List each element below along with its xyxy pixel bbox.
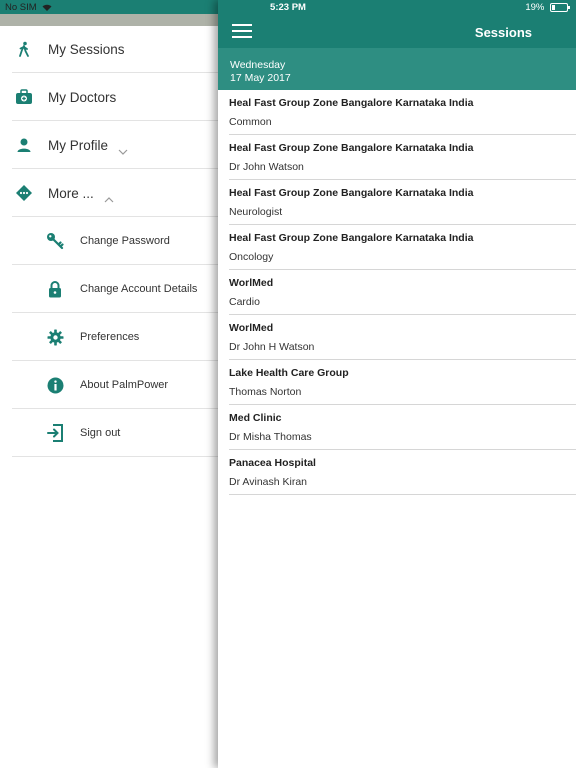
menu-item-more[interactable]: More ... <box>12 170 218 217</box>
status-bar: No SIM 5:23 PM 19% <box>0 0 576 16</box>
page-title: Sessions <box>474 25 532 40</box>
chevron-down-icon <box>118 142 128 155</box>
menu-item-label: Change Password <box>80 235 170 247</box>
sessions-panel: Sessions Wednesday 17 May 2017 Heal Fast… <box>218 0 576 768</box>
lock-icon <box>46 280 64 298</box>
session-row[interactable]: WorlMed Cardio <box>229 270 576 315</box>
battery-icon <box>550 2 570 12</box>
session-detail: Dr Misha Thomas <box>229 431 312 443</box>
date-weekday: Wednesday <box>230 59 286 71</box>
session-row[interactable]: WorlMed Dr John H Watson <box>229 315 576 360</box>
sign-out-icon <box>46 424 64 442</box>
session-detail: Common <box>229 116 272 128</box>
menu-item-label: My Sessions <box>48 41 125 57</box>
medical-bag-icon <box>15 88 33 106</box>
date-header: Wednesday 17 May 2017 <box>218 48 576 90</box>
session-detail: Neurologist <box>229 206 283 218</box>
session-detail: Thomas Norton <box>229 386 302 398</box>
session-name: Heal Fast Group Zone Bangalore Karnataka… <box>229 187 474 199</box>
session-row[interactable]: Lake Health Care Group Thomas Norton <box>229 360 576 405</box>
session-row[interactable]: Heal Fast Group Zone Bangalore Karnataka… <box>229 90 576 135</box>
gear-icon <box>46 328 64 346</box>
session-name: Heal Fast Group Zone Bangalore Karnataka… <box>229 97 474 109</box>
menu-item-my-profile[interactable]: My Profile <box>12 122 218 169</box>
session-detail: Dr Avinash Kiran <box>229 476 308 488</box>
menu-item-sign-out[interactable]: Sign out <box>12 410 218 457</box>
menu-item-label: Sign out <box>80 427 121 439</box>
menu-item-label: Change Account Details <box>80 283 198 295</box>
menu-item-label: My Doctors <box>48 89 117 105</box>
session-detail: Cardio <box>229 296 260 308</box>
session-detail: Dr John Watson <box>229 161 304 173</box>
menu-item-preferences[interactable]: Preferences <box>12 314 218 361</box>
menu-item-my-sessions[interactable]: My Sessions <box>12 26 218 73</box>
info-icon <box>46 376 64 394</box>
battery-percent: 19% <box>525 2 545 13</box>
session-row[interactable]: Panacea Hospital Dr Avinash Kiran <box>229 450 576 495</box>
chevron-up-icon <box>104 190 114 203</box>
session-name: Panacea Hospital <box>229 457 316 469</box>
menu-item-label: About PalmPower <box>80 379 169 391</box>
side-drawer: My Sessions My Doctors My Profile More .… <box>0 0 218 768</box>
menu-item-label: My Profile <box>48 137 109 153</box>
menu-item-my-doctors[interactable]: My Doctors <box>12 74 218 121</box>
battery-status: 19% <box>525 2 570 13</box>
date-value: 17 May 2017 <box>230 72 291 84</box>
menu-item-label: Preferences <box>80 331 140 343</box>
session-name: Lake Health Care Group <box>229 367 349 379</box>
session-detail: Dr John H Watson <box>229 341 315 353</box>
session-name: WorlMed <box>229 277 274 289</box>
session-detail: Oncology <box>229 251 274 263</box>
session-row[interactable]: Heal Fast Group Zone Bangalore Karnataka… <box>229 180 576 225</box>
session-name: Heal Fast Group Zone Bangalore Karnataka… <box>229 142 474 154</box>
key-icon <box>46 232 64 250</box>
session-row[interactable]: Med Clinic Dr Misha Thomas <box>229 405 576 450</box>
more-dots-icon <box>15 184 33 202</box>
menu-item-change-account-details[interactable]: Change Account Details <box>12 266 218 313</box>
walking-person-icon <box>15 40 33 58</box>
menu-item-change-password[interactable]: Change Password <box>12 218 218 265</box>
person-icon <box>15 136 33 154</box>
session-row[interactable]: Heal Fast Group Zone Bangalore Karnataka… <box>229 225 576 270</box>
session-name: Heal Fast Group Zone Bangalore Karnataka… <box>229 232 474 244</box>
session-name: Med Clinic <box>229 412 282 424</box>
session-name: WorlMed <box>229 322 274 334</box>
menu-item-about-palmpower[interactable]: About PalmPower <box>12 362 218 409</box>
session-row[interactable]: Heal Fast Group Zone Bangalore Karnataka… <box>229 135 576 180</box>
hamburger-menu-icon[interactable] <box>232 24 252 38</box>
status-time: 5:23 PM <box>270 2 306 13</box>
menu-item-label: More ... <box>48 185 94 201</box>
